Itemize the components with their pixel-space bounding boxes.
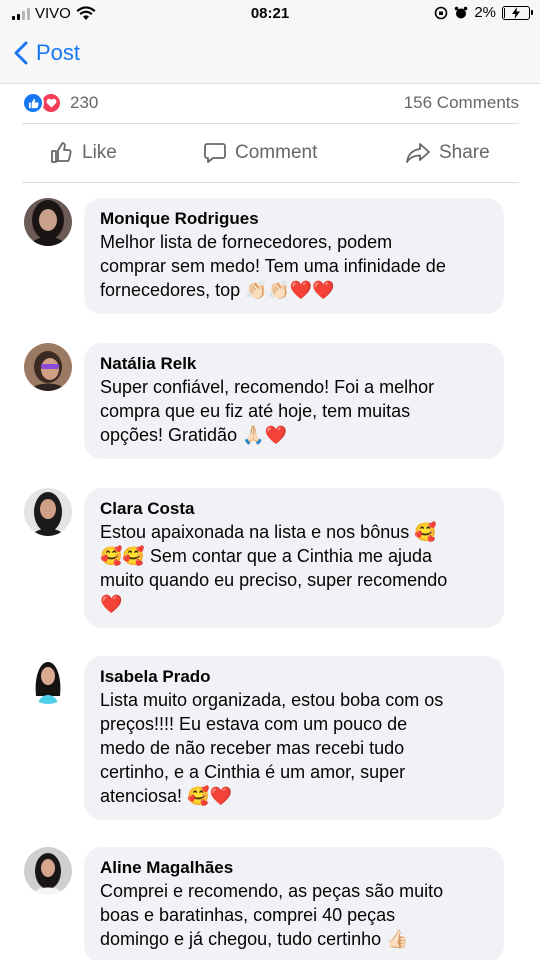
- comment-text-line: Super confiável, recomendo! Foi a melhor: [100, 377, 435, 397]
- comment-author[interactable]: Aline Magalhães: [100, 857, 488, 879]
- comment-bubble[interactable]: Isabela Prado Lista muito organizada, es…: [84, 656, 504, 820]
- comment-text-line: preços!!!! Eu estava com um pouco de: [100, 714, 408, 734]
- comment-button[interactable]: Comment: [203, 141, 317, 165]
- comment-text-line: fornecedores, top 👏🏻👏🏻❤️❤️: [100, 280, 335, 300]
- share-icon: [406, 143, 430, 163]
- battery-fill: [504, 7, 505, 18]
- comment-text-line: boas e baratinhas, comprei 40 peças: [100, 905, 396, 925]
- comment-text-line: ❤️: [100, 594, 123, 614]
- status-bar: VIVO 08:21 2%: [0, 0, 540, 28]
- avatar[interactable]: [24, 656, 72, 704]
- comment-icon: [204, 143, 226, 163]
- comment-text-line: Melhor lista de fornecedores, podem: [100, 232, 393, 252]
- comment-text-line: domingo e já chegou, tudo certinho 👍🏻: [100, 929, 409, 949]
- comment-bubble[interactable]: Monique Rodrigues Melhor lista de fornec…: [84, 198, 504, 314]
- post-action-bar: Like Comment Share: [22, 125, 519, 183]
- share-button[interactable]: Share: [405, 141, 490, 165]
- comment-text-line: 🥰🥰 Sem contar que a Cinthia me ajuda: [100, 546, 432, 566]
- comment-text-line: medo de não receber mas recebi tudo: [100, 738, 405, 758]
- comment-text-line: Comprei e recomendo, as peças são muito: [100, 881, 444, 901]
- reactions-summary[interactable]: 230 156 Comments: [22, 84, 519, 124]
- comment-label: Comment: [235, 142, 318, 163]
- reaction-icons: [22, 92, 62, 114]
- comment-text-line: opções! Gratidão 🙏🏻❤️: [100, 425, 287, 445]
- avatar[interactable]: [24, 343, 72, 391]
- back-label: Post: [36, 40, 81, 65]
- comment-text-line: muito quando eu preciso, super recomendo: [100, 570, 448, 590]
- comment-text-line: comprar sem medo! Tem uma infinidade de: [100, 256, 446, 276]
- alarm-icon: [455, 6, 468, 18]
- share-label: Share: [439, 142, 490, 163]
- comment-author[interactable]: Clara Costa: [100, 498, 488, 520]
- comment-bubble[interactable]: Natália Relk Super confiável, recomendo!…: [84, 343, 504, 459]
- comment-text-line: atenciosa! 🥰❤️: [100, 786, 232, 806]
- avatar[interactable]: [24, 198, 72, 246]
- like-button[interactable]: Like: [50, 141, 117, 165]
- comment-text-line: Estou apaixonada na lista e nos bônus 🥰: [100, 522, 437, 542]
- chevron-left-icon: [14, 41, 28, 65]
- comment-author[interactable]: Natália Relk: [100, 353, 488, 375]
- like-reaction-icon: [22, 92, 44, 114]
- comment-text-line: compra que eu fiz até hoje, tem muitas: [100, 401, 411, 421]
- comment-author[interactable]: Monique Rodrigues: [100, 208, 488, 230]
- back-button[interactable]: Post: [14, 40, 80, 66]
- like-label: Like: [82, 142, 117, 163]
- orientation-lock-icon: [435, 6, 448, 19]
- status-right: 2%: [434, 4, 533, 21]
- charging-bolt-icon: [512, 6, 520, 19]
- reaction-count: 230: [70, 93, 99, 112]
- battery-icon: [502, 5, 533, 20]
- battery-percent: 2%: [474, 4, 496, 21]
- avatar[interactable]: [24, 847, 72, 895]
- thumbs-up-icon: [51, 142, 72, 163]
- comment-text-line: certinho, e a Cinthia é um amor, super: [100, 762, 406, 782]
- comment-bubble[interactable]: Aline Magalhães Comprei e recomendo, as …: [84, 847, 504, 960]
- comment-text-line: Lista muito organizada, estou boba com o…: [100, 690, 444, 710]
- comment-bubble[interactable]: Clara Costa Estou apaixonada na lista e …: [84, 488, 504, 628]
- comments-count[interactable]: 156 Comments: [404, 93, 519, 113]
- nav-bar: Post: [0, 28, 540, 84]
- comment-author[interactable]: Isabela Prado: [100, 666, 488, 688]
- avatar[interactable]: [24, 488, 72, 536]
